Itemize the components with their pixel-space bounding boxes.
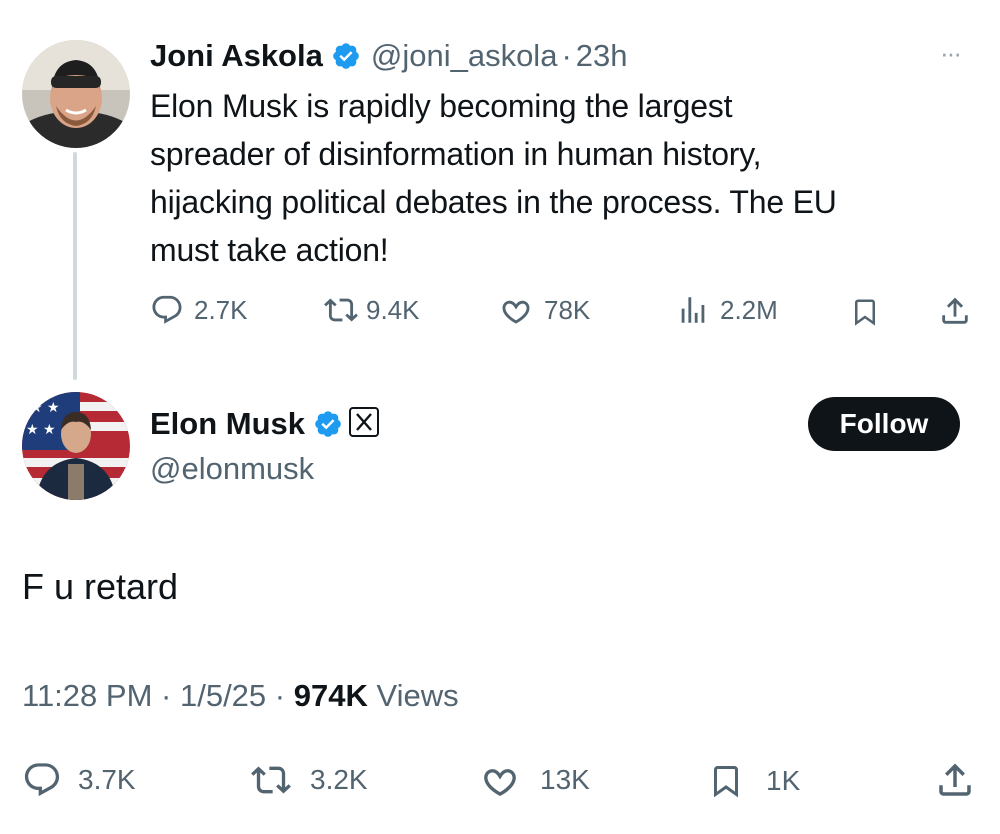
repost-count: 3.2K xyxy=(310,764,368,795)
follow-button[interactable]: Follow xyxy=(808,397,960,451)
elon-musk-avatar[interactable]: ★ ★ ★ ★ xyxy=(22,392,130,500)
separator-dot: · xyxy=(561,38,572,73)
bookmark-icon xyxy=(714,766,738,798)
like-count: 78K xyxy=(544,294,591,325)
repost-button[interactable]: 3.2K xyxy=(248,760,368,800)
like-button[interactable]: 78K xyxy=(498,293,590,327)
reply-icon xyxy=(24,763,60,797)
share-button[interactable] xyxy=(934,758,976,807)
verified-badge-icon[interactable] xyxy=(313,409,343,439)
thread-connector-line xyxy=(73,152,77,380)
views-label: Views xyxy=(376,678,459,713)
tweet-text-line: hijacking political debates in the proce… xyxy=(150,184,837,220)
reply-button[interactable]: 3.7K xyxy=(22,760,136,800)
tweet-date[interactable]: 1/5/25 xyxy=(180,678,266,713)
author-name[interactable]: Joni Askola xyxy=(150,38,323,74)
repost-button[interactable]: 9.4K xyxy=(322,293,420,327)
joni-askola-avatar[interactable] xyxy=(22,40,130,148)
quoted-tweet-header: Joni Askola @joni_askola · 23h xyxy=(150,33,628,79)
tweet-text-line: must take action! xyxy=(150,232,389,268)
bookmark-button[interactable]: 1K xyxy=(708,760,800,802)
main-tweet-header: Elon Musk xyxy=(150,401,380,447)
tweet-text-line: spreader of disinformation in human hist… xyxy=(150,136,762,172)
repost-count: 9.4K xyxy=(366,294,420,325)
views-icon xyxy=(681,297,705,323)
share-icon xyxy=(939,763,971,796)
svg-text:★ ★: ★ ★ xyxy=(26,422,56,438)
x-affiliate-icon[interactable] xyxy=(349,406,380,442)
views-button[interactable]: 2.2M xyxy=(676,293,778,327)
tweet-metadata: 11:28 PM · 1/5/25 · 974K Views xyxy=(22,678,459,714)
like-icon xyxy=(502,300,530,324)
bookmark-count: 1K xyxy=(766,765,801,796)
tweet-time-ago[interactable]: 23h xyxy=(576,38,628,74)
author-handle[interactable]: @joni_askola xyxy=(371,38,558,74)
reply-count: 2.7K xyxy=(194,294,248,325)
quoted-tweet-text: Elon Musk is rapidly becoming the larges… xyxy=(150,82,990,274)
like-icon xyxy=(484,769,516,796)
separator-dot: · xyxy=(161,678,172,713)
like-count: 13K xyxy=(540,764,590,795)
reply-button[interactable]: 2.7K xyxy=(150,293,248,327)
bookmark-button[interactable] xyxy=(850,295,880,334)
tweet-time[interactable]: 11:28 PM xyxy=(22,678,152,713)
share-button[interactable] xyxy=(938,293,972,334)
separator-dot: · xyxy=(274,678,286,713)
main-tweet-text: F u retard xyxy=(22,566,179,607)
repost-icon xyxy=(251,766,291,794)
svg-text:★ ★: ★ ★ xyxy=(30,400,60,416)
reply-count: 3.7K xyxy=(78,764,136,795)
author-name[interactable]: Elon Musk xyxy=(150,406,305,442)
like-button[interactable]: 13K xyxy=(478,760,590,800)
views-count: 974K xyxy=(293,678,368,713)
reply-icon xyxy=(152,295,182,324)
author-handle[interactable]: @elonmusk xyxy=(150,451,314,487)
repost-icon xyxy=(324,298,358,322)
more-options-button[interactable]: ··· xyxy=(940,38,962,69)
views-count: 2.2M xyxy=(720,294,778,325)
bookmark-icon xyxy=(855,299,875,326)
verified-badge-icon[interactable] xyxy=(331,41,361,71)
share-icon xyxy=(942,297,968,324)
tweet-text-line: Elon Musk is rapidly becoming the larges… xyxy=(150,88,733,124)
